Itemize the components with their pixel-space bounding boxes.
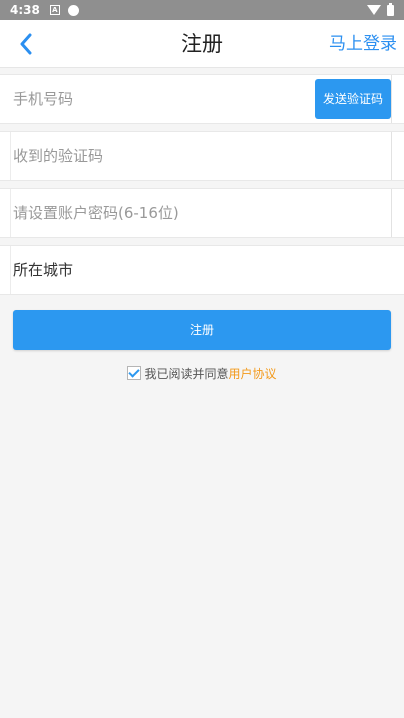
nav-bar: 注册 马上登录 [0,20,404,68]
a-notification-icon: A [49,5,60,15]
row-divider [391,189,392,237]
send-code-button[interactable]: 发送验证码 [315,79,391,119]
circle-icon [67,4,79,16]
status-bar: 4:38 A [0,0,404,20]
row-divider [391,75,392,123]
register-button[interactable]: 注册 [13,310,391,350]
row-divider [391,132,392,180]
phone-input[interactable] [13,75,303,123]
agree-checkbox[interactable] [127,366,142,380]
status-right-group [367,2,394,16]
city-row[interactable]: 所在城市 [0,245,404,295]
login-link[interactable]: 马上登录 [329,20,397,68]
agreement-text: 我已阅读并同意 [144,366,229,381]
row-divider [10,189,11,237]
agreement-row: 我已阅读并同意 用户协议 [0,364,404,382]
password-row [0,188,404,238]
city-field[interactable]: 所在城市 [13,246,73,294]
code-row [0,131,404,181]
phone-row: 发送验证码 [0,74,404,124]
password-input[interactable] [13,189,303,237]
verification-code-input[interactable] [13,132,303,180]
row-divider [10,246,11,294]
status-time: 4:38 [10,3,40,17]
row-divider [10,132,11,180]
user-agreement-link[interactable]: 用户协议 [229,365,277,382]
wifi-icon [367,5,381,15]
battery-icon [387,2,394,16]
